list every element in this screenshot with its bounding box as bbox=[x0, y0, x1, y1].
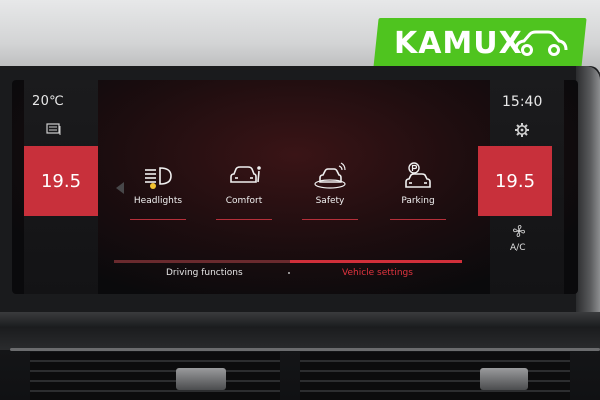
left-temperature-button[interactable]: 19.5 bbox=[24, 146, 98, 216]
fan-icon[interactable] bbox=[512, 224, 526, 238]
kamux-logo: KAMUX bbox=[373, 18, 587, 68]
tab-indicator-active bbox=[290, 260, 462, 263]
right-temperature-button[interactable]: 19.5 bbox=[478, 146, 552, 216]
kamux-logo-text: KAMUX bbox=[393, 26, 523, 61]
gear-icon[interactable] bbox=[514, 122, 530, 138]
tab-driving-functions[interactable]: Driving functions bbox=[166, 268, 243, 278]
menu-item-safety[interactable]: Safety bbox=[294, 162, 366, 220]
air-vent-left bbox=[30, 352, 280, 400]
ac-label[interactable]: A/C bbox=[510, 243, 525, 253]
tab-separator-dot bbox=[288, 272, 290, 274]
car-outline-icon bbox=[514, 30, 568, 56]
menu-item-underline bbox=[302, 219, 358, 220]
parking-icon bbox=[405, 162, 431, 188]
menu-item-underline bbox=[216, 219, 272, 220]
vent-knob-right[interactable] bbox=[480, 368, 528, 390]
menu-item-label: Comfort bbox=[225, 196, 263, 206]
menu-item-underline bbox=[390, 219, 446, 220]
left-temperature-value: 19.5 bbox=[40, 170, 82, 192]
clock: 15:40 bbox=[502, 94, 543, 110]
safety-icon bbox=[314, 162, 346, 189]
menu-item-parking[interactable]: Parking bbox=[382, 162, 454, 220]
menu-item-label: Safety bbox=[315, 196, 345, 206]
dashboard-trim bbox=[0, 312, 600, 350]
vent-knob-left[interactable] bbox=[176, 368, 226, 390]
right-temperature-value: 19.5 bbox=[494, 170, 536, 192]
display-bezel-edge bbox=[576, 66, 600, 326]
menu-item-headlights[interactable]: Headlights bbox=[122, 162, 194, 220]
comfort-icon bbox=[230, 166, 261, 183]
seat-heating-icon[interactable] bbox=[46, 122, 62, 136]
air-vent-right bbox=[300, 352, 570, 400]
tab-vehicle-settings[interactable]: Vehicle settings bbox=[342, 268, 413, 278]
menu-item-comfort[interactable]: Comfort bbox=[208, 162, 280, 220]
infotainment-screen: 20℃ 19.5 15:40 19.5 A/C Headlights Comfo… bbox=[12, 80, 578, 294]
dashboard-chrome-line bbox=[10, 348, 600, 351]
headlights-icon bbox=[145, 167, 172, 189]
menu-item-label: Parking bbox=[401, 196, 435, 206]
menu-item-underline bbox=[130, 219, 186, 220]
menu-item-label: Headlights bbox=[133, 196, 183, 206]
outside-temperature: 20℃ bbox=[32, 94, 65, 109]
tab-indicator-inactive bbox=[114, 260, 290, 263]
